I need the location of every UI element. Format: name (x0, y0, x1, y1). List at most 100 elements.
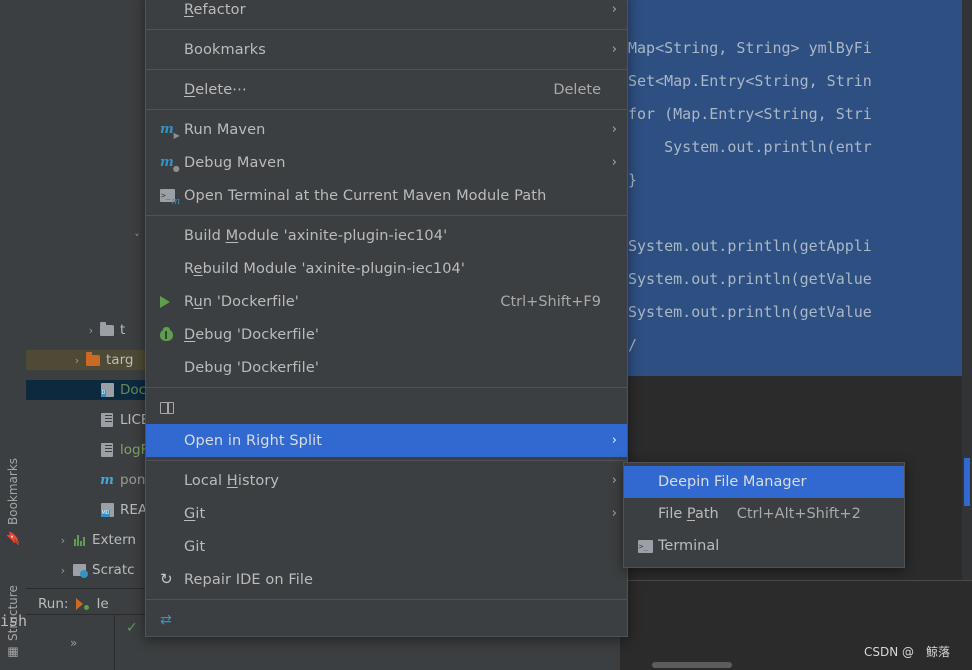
menu-item-reload-from-disk[interactable]: ↻ Repair IDE on File (146, 563, 627, 596)
submenu-item-label: Deepin File Manager (658, 474, 807, 490)
submenu-item-label: Terminal (658, 538, 720, 554)
menu-item-label: Bookmarks (184, 41, 266, 58)
chevron-right-icon[interactable]: › (70, 355, 84, 366)
menu-separator (146, 599, 627, 600)
tree-item-label: pon (120, 472, 146, 488)
menu-item-shortcut: Ctrl+Shift+F9 (500, 293, 601, 310)
libraries-icon (70, 534, 88, 546)
chevron-right-icon[interactable]: › (56, 565, 70, 576)
run-configuration-row[interactable]: Run: Ie (38, 596, 109, 612)
chevron-right-icon: › (611, 473, 617, 488)
submenu-item-terminal[interactable]: Terminal (624, 530, 904, 562)
structure-icon: ▦ (6, 646, 20, 660)
menu-item-run-maven[interactable]: m ▶ Run Maven › (146, 113, 627, 146)
menu-item-label: Open in Right Split (184, 432, 323, 449)
menu-item-compare-with[interactable]: ⇄ (146, 603, 627, 636)
menu-item-label: Debug 'Dockerfile' (184, 326, 319, 343)
menu-item-label: Local History (184, 472, 280, 489)
menu-item-modify-run-configuration[interactable]: Debug 'Dockerfile' (146, 351, 627, 384)
menu-item-label: Debug 'Dockerfile' (184, 359, 319, 376)
chevron-right-icon: › (611, 42, 617, 57)
run-label: Run: (38, 596, 69, 612)
menu-item-label: Rebuild Module 'axinite-plugin-iec104' (184, 260, 465, 277)
submenu-item-label: File Path (658, 506, 719, 522)
menu-separator (146, 215, 627, 216)
submenu-item-file-path[interactable]: File Path Ctrl+Alt+Shift+2 (624, 498, 904, 530)
menu-item-build-module[interactable]: Build Module 'axinite-plugin-iec104' (146, 219, 627, 252)
context-menu[interactable]: Refactor › Bookmarks › Delete⋯ Delete m ▶… (145, 0, 628, 637)
menu-item-label: Refactor (184, 1, 246, 18)
chevron-right-icon: › (611, 122, 617, 137)
maven-icon: m (100, 472, 114, 488)
expand-button[interactable]: » (70, 636, 77, 650)
menu-item-open-in-right-split[interactable] (146, 391, 627, 424)
menu-item-delete[interactable]: Delete⋯ Delete (146, 73, 627, 106)
maven-terminal-icon: m (160, 189, 184, 207)
chevron-right-icon: › (611, 433, 617, 448)
reload-icon: ↻ (160, 570, 173, 588)
submenu-item-deepin-file-manager[interactable]: Deepin File Manager (624, 466, 904, 498)
check-icon: ✓ (126, 620, 138, 636)
menu-item-rebuild-module[interactable]: Rebuild Module 'axinite-plugin-iec104' (146, 252, 627, 285)
menu-item-git[interactable]: Git › (146, 497, 627, 530)
menu-item-label: Debug Maven (184, 154, 286, 171)
folder-icon (98, 321, 116, 336)
menu-separator (146, 109, 627, 110)
compare-icon: ⇄ (160, 611, 172, 628)
chevron-down-icon[interactable]: ˅ (130, 233, 144, 244)
menu-item-label: Git (184, 538, 206, 555)
menu-item-run-dockerfile[interactable]: Run 'Dockerfile' Ctrl+Shift+F9 (146, 285, 627, 318)
chevron-right-icon: › (611, 506, 617, 521)
terminal-icon (632, 539, 658, 553)
menu-item-label: Build Module 'axinite-plugin-iec104' (184, 227, 448, 244)
bookmark-icon: 🔖 (6, 530, 20, 545)
menu-item-bookmarks[interactable]: Bookmarks › (146, 33, 627, 66)
menu-item-label: Repair IDE on File (184, 571, 313, 588)
left-tool-strip: 🔖 Bookmarks ▦ Structure (0, 0, 27, 670)
tree-item-label: Doc (120, 382, 147, 398)
code-line: System.out.println(entr (628, 138, 872, 156)
editor-scrollbar[interactable] (962, 0, 972, 580)
code-line: Map<String, String> ymlByFi (628, 39, 872, 57)
tree-item-label: Scratc (92, 562, 135, 578)
open-in-submenu[interactable]: Deepin File Manager File Path Ctrl+Alt+S… (623, 462, 905, 568)
tree-item-label: logF (120, 442, 149, 458)
code-line: Set<Map.Entry<String, Strin (628, 72, 872, 90)
tree-item-label: REA (120, 502, 148, 518)
file-icon (98, 413, 116, 427)
divider (114, 614, 115, 670)
bookmarks-label: Bookmarks (6, 458, 20, 526)
console-divider (620, 580, 972, 581)
menu-item-local-history[interactable]: Local History › (146, 464, 627, 497)
menu-separator (146, 29, 627, 30)
menu-item-refactor[interactable]: Refactor › (146, 0, 627, 26)
code-line: System.out.println(getAppli (628, 237, 872, 255)
menu-item-debug-maven[interactable]: m ● Debug Maven › (146, 146, 627, 179)
bug-icon (160, 326, 184, 341)
run-config-icon (76, 598, 90, 610)
menu-item-label: Run Maven (184, 121, 266, 138)
menu-item-repair-ide-on-file[interactable]: Git (146, 530, 627, 563)
chevron-right-icon[interactable]: › (84, 325, 98, 336)
submenu-item-shortcut: Ctrl+Alt+Shift+2 (736, 506, 861, 522)
code-line: System.out.println(getValue (628, 303, 872, 321)
tool-button-bookmarks[interactable]: 🔖 Bookmarks (0, 435, 26, 549)
tree-item-label: t (120, 322, 126, 338)
menu-item-label: Delete⋯ (184, 81, 247, 98)
menu-item-open-in[interactable]: Open in Right Split › (146, 424, 627, 457)
chevron-right-icon: › (611, 155, 617, 170)
menu-item-label: Open Terminal at the Current Maven Modul… (184, 187, 547, 204)
chevron-right-icon[interactable]: › (56, 535, 70, 546)
folder-icon (84, 351, 102, 366)
scratch-icon (70, 564, 88, 578)
menu-item-open-terminal-maven[interactable]: m Open Terminal at the Current Maven Mod… (146, 179, 627, 212)
maven-debug-icon: m ● (160, 155, 180, 173)
menu-item-label: Run 'Dockerfile' (184, 293, 299, 310)
scrollbar-thumb[interactable] (964, 458, 970, 506)
menu-separator (146, 387, 627, 388)
ide-window: 🔖 Bookmarks ▦ Structure › t › targ D Doc… (0, 0, 972, 670)
chevron-right-icon: › (611, 2, 617, 17)
horizontal-scrollbar-thumb[interactable] (652, 662, 732, 668)
menu-item-label: Git (184, 505, 206, 522)
menu-item-debug-dockerfile[interactable]: Debug 'Dockerfile' (146, 318, 627, 351)
